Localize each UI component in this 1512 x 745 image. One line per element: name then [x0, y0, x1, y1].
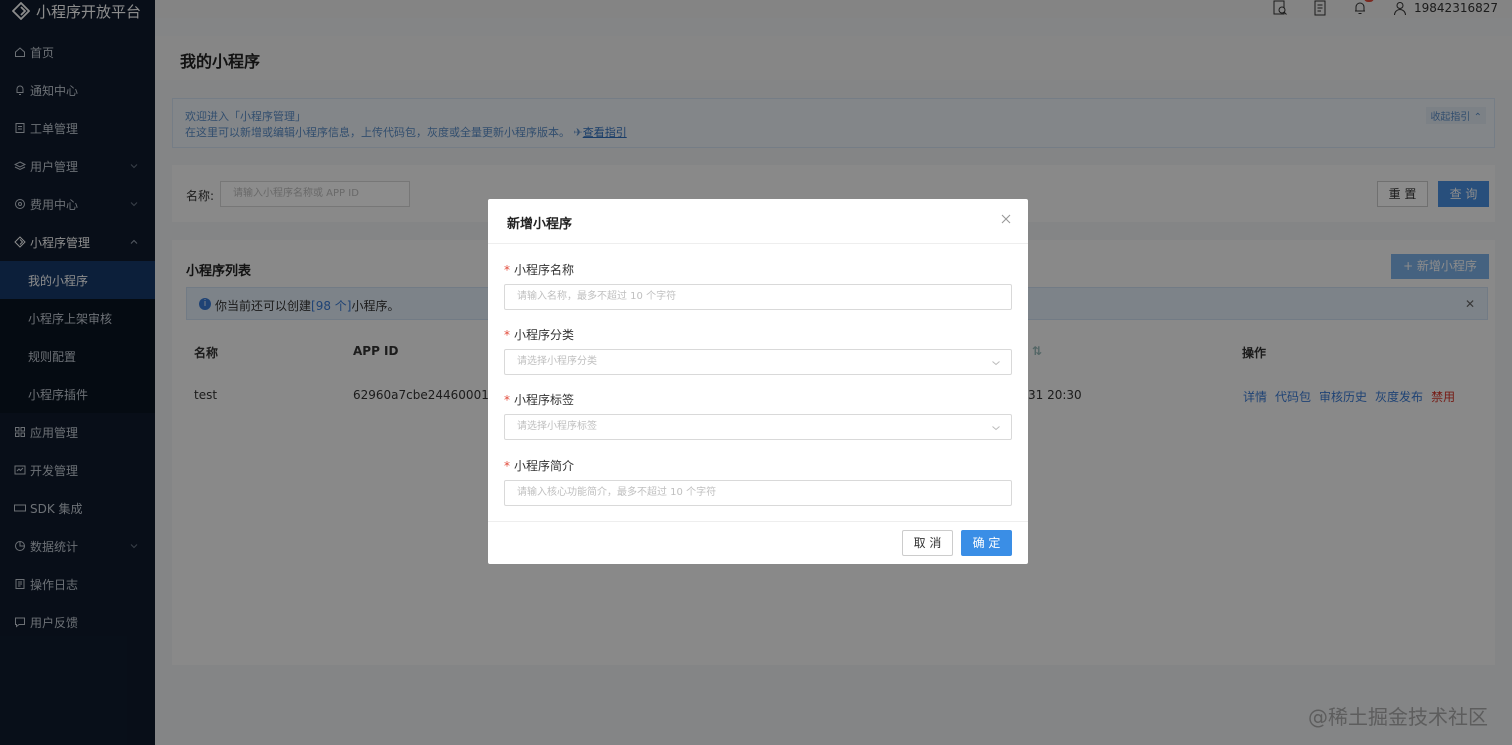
- dialog-title: 新增小程序: [507, 217, 573, 232]
- field-label-text: 小程序名称: [514, 263, 575, 277]
- field-label-intro: * 小程序简介: [504, 457, 574, 474]
- required-mark: *: [504, 459, 510, 473]
- miniapp-intro-input[interactable]: 请输入核心功能简介，最多不超过 10 个字符: [504, 480, 1012, 506]
- field-label-text: 小程序分类: [514, 328, 575, 342]
- select-placeholder: 请选择小程序分类: [517, 356, 597, 367]
- required-mark: *: [504, 328, 510, 342]
- required-mark: *: [504, 393, 510, 407]
- dialog-header: 新增小程序: [488, 199, 1028, 244]
- close-icon[interactable]: [1000, 213, 1012, 225]
- field-label-tags: * 小程序标签: [504, 391, 574, 408]
- field-label-category: * 小程序分类: [504, 326, 574, 343]
- cancel-button[interactable]: 取 消: [902, 530, 953, 556]
- add-miniapp-dialog: 新增小程序 * 小程序名称 请输入名称，最多不超过 10 个字符 * 小程序分类 请…: [488, 199, 1028, 564]
- select-placeholder: 请选择小程序标签: [517, 421, 597, 432]
- miniapp-name-input[interactable]: 请输入名称，最多不超过 10 个字符: [504, 284, 1012, 310]
- chevron-down-icon: [992, 361, 1000, 366]
- field-label-text: 小程序标签: [514, 393, 575, 407]
- field-label-name: * 小程序名称: [504, 261, 574, 278]
- miniapp-tags-select[interactable]: 请选择小程序标签: [504, 414, 1012, 440]
- field-label-text: 小程序简介: [514, 459, 575, 473]
- chevron-down-icon: [992, 426, 1000, 431]
- dialog-footer: 取 消 确 定: [488, 521, 1028, 564]
- required-mark: *: [504, 263, 510, 277]
- confirm-button[interactable]: 确 定: [961, 530, 1012, 556]
- miniapp-category-select[interactable]: 请选择小程序分类: [504, 349, 1012, 375]
